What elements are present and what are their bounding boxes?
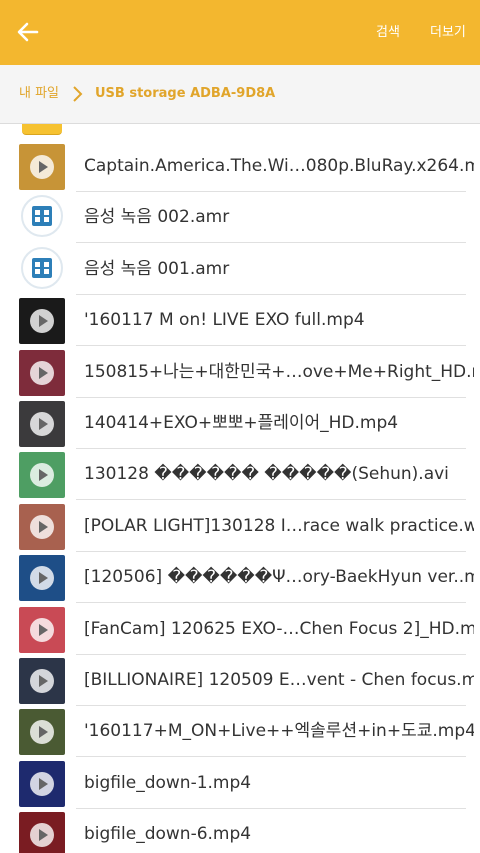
app-bar: 검색 더보기	[0, 0, 480, 65]
video-thumbnail	[19, 812, 65, 853]
file-row[interactable]: 음성 녹음 001.amr	[0, 244, 480, 295]
video-thumbnail	[19, 760, 65, 807]
file-name: 140414+EXO+뽀뽀+플레이어_HD.mp4	[84, 413, 399, 433]
back-button[interactable]	[10, 14, 46, 50]
video-thumbnail	[19, 298, 65, 345]
breadcrumb-root[interactable]: 내 파일	[19, 85, 59, 103]
file-row[interactable]: bigfile_down-6.mp4	[0, 809, 480, 853]
more-button[interactable]: 더보기	[430, 23, 466, 43]
file-row[interactable]: [120506] ������Ψ…ory-BaekHyun ver..mp4	[0, 552, 480, 604]
file-row[interactable]: Captain.America.The.Wi…080p.BluRay.x264.…	[0, 141, 480, 192]
file-name: 음성 녹음 001.amr	[84, 258, 230, 279]
file-row[interactable]: 140414+EXO+뽀뽀+플레이어_HD.mp4	[0, 398, 480, 449]
file-row[interactable]: 음성 녹음 002.amr	[0, 192, 480, 244]
file-name: bigfile_down-6.mp4	[84, 824, 252, 845]
file-row[interactable]: 150815+나는+대한민국+…ove+Me+Right_HD.mp4	[0, 347, 480, 398]
play-icon	[30, 566, 54, 591]
breadcrumb-current[interactable]: USB storage ADBA-9D8A	[95, 85, 275, 103]
audio-file-icon	[21, 246, 63, 289]
file-name: 150815+나는+대한민국+…ove+Me+Right_HD.mp4	[84, 361, 474, 382]
video-thumbnail	[19, 401, 65, 447]
file-name: [120506] ������Ψ…ory-BaekHyun ver..mp4	[84, 567, 474, 588]
file-name: 130128 ������ �����(Sehun).avi	[84, 464, 449, 485]
file-row[interactable]: '160117+M_ON+Live++엑솔루션+in+도쿄.mp4	[0, 706, 480, 758]
play-icon	[30, 412, 54, 436]
audio-file-icon	[21, 195, 63, 238]
file-name: Captain.America.The.Wi…080p.BluRay.x264.…	[84, 156, 474, 176]
file-row[interactable]: bigfile_down-1.mp4	[0, 758, 480, 809]
file-name: [POLAR LIGHT]130128 I…race walk practice…	[84, 515, 474, 536]
file-name: '160117 M on! LIVE EXO full.mp4	[84, 310, 365, 331]
breadcrumb: 내 파일 USB storage ADBA-9D8A	[0, 65, 480, 124]
video-thumbnail	[19, 658, 65, 704]
play-icon	[30, 823, 54, 848]
video-thumbnail	[19, 709, 65, 756]
play-icon	[30, 720, 54, 745]
video-thumbnail	[19, 452, 65, 499]
play-icon	[30, 669, 54, 693]
file-list[interactable]: Captain.America.The.Wi…080p.BluRay.x264.…	[0, 124, 480, 853]
play-icon	[30, 155, 54, 179]
file-name: 음성 녹음 002.amr	[84, 207, 230, 228]
chevron-right-icon	[73, 86, 83, 102]
play-icon	[30, 309, 54, 334]
file-name: [BILLIONAIRE] 120509 E…vent - Chen focus…	[84, 670, 474, 690]
file-name: '160117+M_ON+Live++엑솔루션+in+도쿄.mp4	[84, 721, 474, 742]
file-row[interactable]: [POLAR LIGHT]130128 I…race walk practice…	[0, 501, 480, 552]
video-thumbnail	[19, 349, 65, 396]
play-icon	[30, 771, 54, 796]
arrow-left-icon	[17, 22, 39, 42]
file-name: bigfile_down-1.mp4	[84, 772, 252, 793]
video-thumbnail	[19, 606, 65, 653]
play-icon	[30, 463, 54, 488]
file-name: [FanCam] 120625 EXO-…Chen Focus 2]_HD.mp…	[84, 618, 474, 639]
play-icon	[30, 617, 54, 642]
play-icon	[30, 514, 54, 539]
file-row[interactable]: '160117 M on! LIVE EXO full.mp4	[0, 295, 480, 347]
folder-icon	[22, 124, 62, 135]
video-thumbnail	[19, 503, 65, 550]
search-button[interactable]: 검색	[376, 23, 400, 43]
video-thumbnail	[19, 144, 65, 190]
file-row[interactable]: [FanCam] 120625 EXO-…Chen Focus 2]_HD.mp…	[0, 604, 480, 655]
video-thumbnail	[19, 555, 65, 602]
file-row[interactable]: [BILLIONAIRE] 120509 E…vent - Chen focus…	[0, 655, 480, 706]
play-icon	[30, 360, 54, 385]
file-row[interactable]: 130128 ������ �����(Sehun).avi	[0, 449, 480, 501]
